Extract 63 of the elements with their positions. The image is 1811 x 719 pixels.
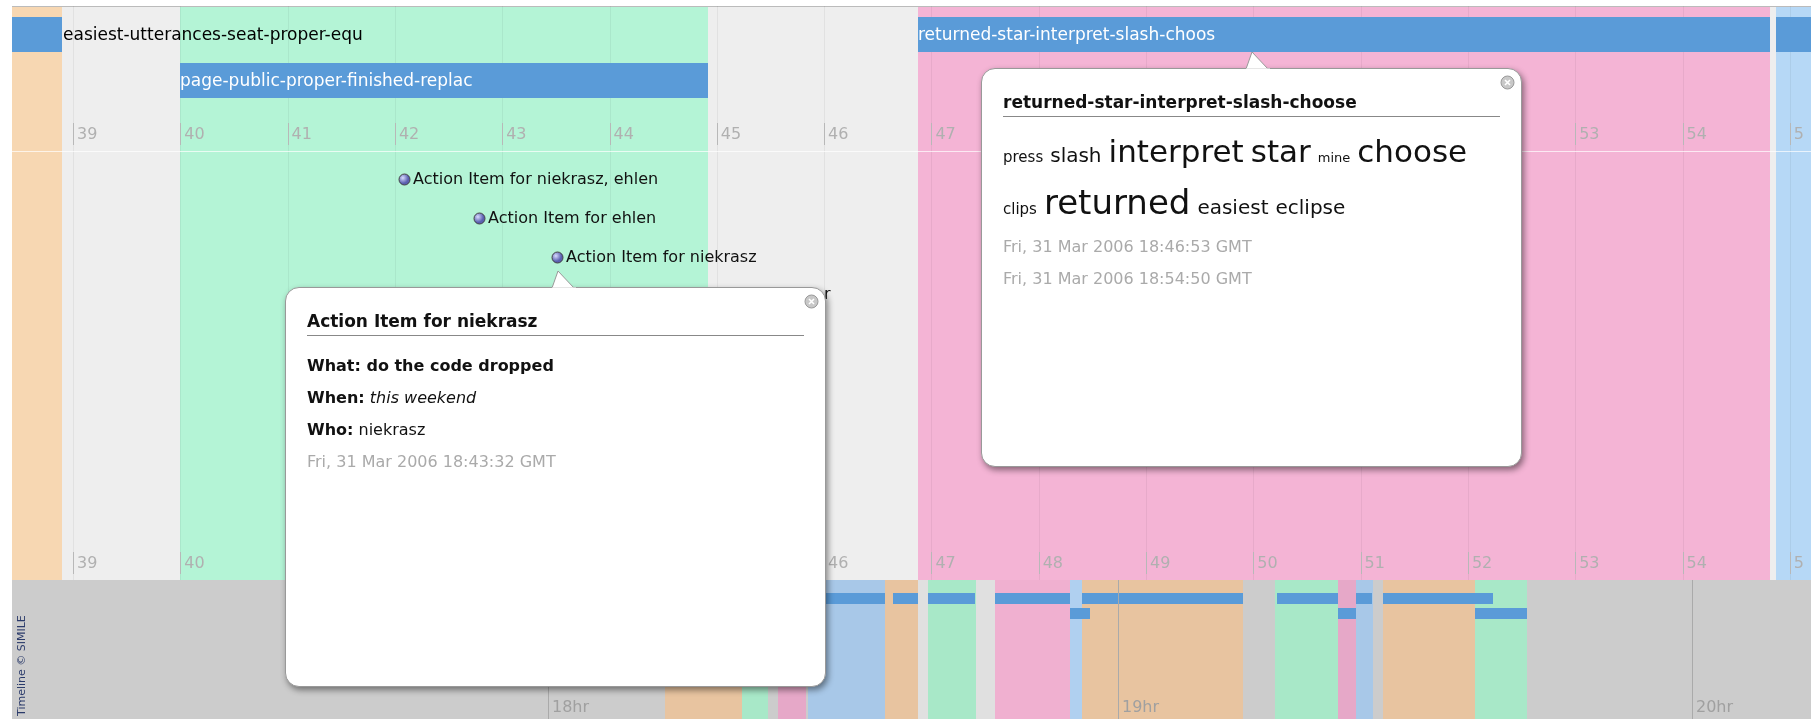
- popup-title: returned-star-interpret-slash-choose: [1003, 91, 1500, 117]
- overview-event-bar: [1277, 593, 1338, 604]
- close-icon[interactable]: [804, 294, 819, 309]
- tick-label: 43: [506, 123, 527, 145]
- tick-label: 5: [1793, 552, 1804, 574]
- event-date: Fri, 31 Mar 2006 18:54:50 GMT: [1003, 268, 1253, 290]
- tick-label: 52: [1471, 552, 1493, 574]
- tick-label: 46: [828, 123, 849, 145]
- cloud-word[interactable]: clips: [1003, 187, 1037, 231]
- tick-label: 54: [1686, 552, 1707, 574]
- tick-label: 47: [935, 552, 956, 574]
- tick-label: 54: [1686, 123, 1707, 145]
- cloud-word[interactable]: slash: [1050, 133, 1102, 177]
- tick-label: 5: [1793, 123, 1804, 145]
- tick-label: 47: [935, 123, 956, 145]
- event-label[interactable]: Action Item for niekrasz: [566, 246, 757, 268]
- overview-event-bar: [1356, 593, 1372, 604]
- overview-event-bar: [1070, 608, 1090, 619]
- cloud-word[interactable]: press: [1003, 135, 1044, 179]
- cloud-word[interactable]: interpret: [1108, 129, 1244, 173]
- event-label[interactable]: easiest-utterances-seat-proper-equ: [63, 17, 363, 52]
- detail-line: What: do the code dropped: [307, 355, 555, 377]
- event-label[interactable]: Action Item for niekrasz, ehlen: [413, 168, 659, 190]
- cloud-word[interactable]: choose: [1357, 129, 1468, 173]
- credit-link[interactable]: Timeline © SIMILE: [15, 615, 29, 716]
- event-label[interactable]: r: [824, 283, 831, 305]
- tick-label: 39: [77, 123, 98, 145]
- event-date: Fri, 31 Mar 2006 18:43:32 GMT: [307, 451, 557, 473]
- tick-label: 53: [1579, 123, 1600, 145]
- cloud-word[interactable]: mine: [1317, 136, 1351, 180]
- overview-event-bar: [928, 593, 975, 604]
- event-label[interactable]: Action Item for ehlen: [488, 207, 657, 229]
- tick-label: 46: [828, 552, 849, 574]
- scale-label: 19hr: [1122, 697, 1160, 717]
- tick-label: 49: [1150, 552, 1171, 574]
- event-bar[interactable]: [180, 63, 708, 98]
- overview-event-bar: [893, 593, 918, 604]
- tick-label: 50: [1257, 552, 1278, 574]
- detail-line: When: this weekend: [307, 387, 478, 409]
- event-dot-icon[interactable]: [473, 212, 486, 225]
- tick-label: 40: [184, 552, 205, 574]
- cloud-word[interactable]: easiest: [1197, 185, 1269, 229]
- detail-line: Who: niekrasz: [307, 419, 427, 441]
- tick-label: 41: [291, 123, 312, 145]
- close-icon[interactable]: [1500, 75, 1515, 90]
- event-dot-icon[interactable]: [551, 251, 564, 264]
- cloud-word[interactable]: returned: [1043, 180, 1191, 224]
- cloud-word[interactable]: star: [1250, 129, 1311, 173]
- tick-label: 51: [1364, 552, 1385, 574]
- event-bar[interactable]: [918, 17, 1770, 52]
- tick-label: 39: [77, 552, 98, 574]
- tick-label: 53: [1579, 552, 1600, 574]
- event-dot-icon[interactable]: [398, 173, 411, 186]
- tick-label: 44: [613, 123, 634, 145]
- popup-title: Action Item for niekrasz: [307, 310, 804, 336]
- tick-label: 48: [1042, 552, 1064, 574]
- tick-label: 45: [720, 123, 742, 145]
- event-date: Fri, 31 Mar 2006 18:46:53 GMT: [1003, 236, 1253, 258]
- cloud-word[interactable]: eclipse: [1275, 185, 1346, 229]
- overview-event-bar: [1475, 608, 1527, 619]
- tick-label: 40: [184, 123, 205, 145]
- tick-label: 42: [398, 123, 420, 145]
- overview-event-bar: [1338, 608, 1356, 619]
